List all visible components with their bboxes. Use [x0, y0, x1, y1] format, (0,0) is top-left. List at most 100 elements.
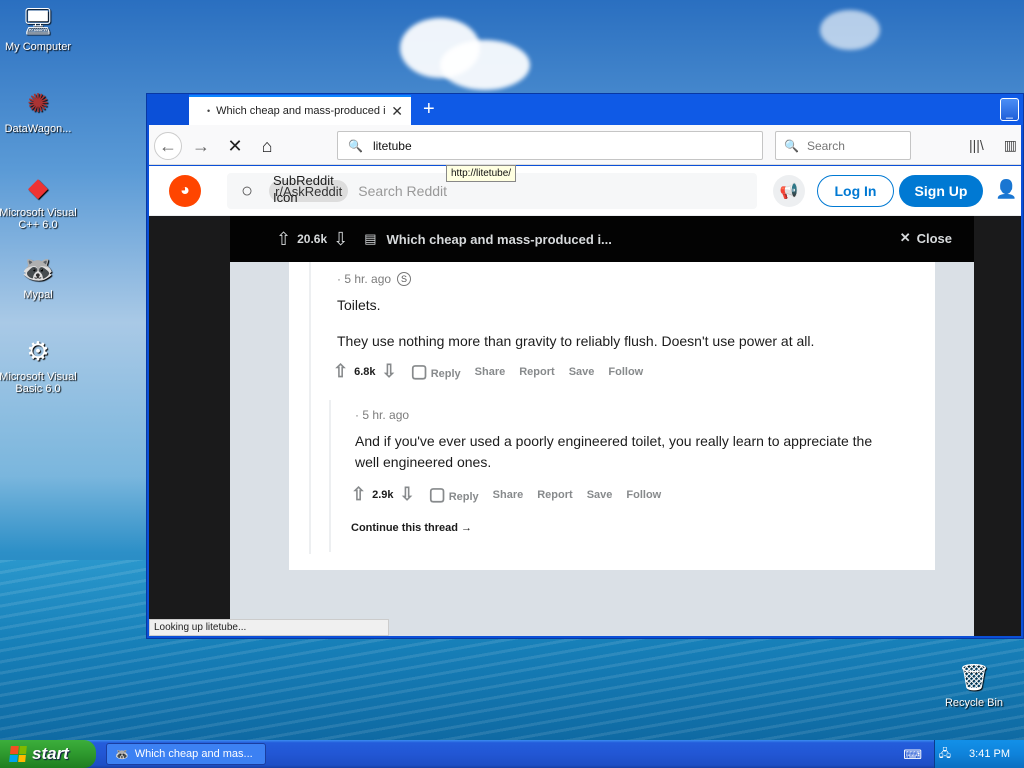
tab-strip: • Which cheap and mass-produced i ✕ + _	[189, 94, 1023, 125]
close-label: Close	[916, 230, 952, 246]
vote-controls: ⇧ 2.9k ⇩	[351, 484, 415, 505]
page-content: ◕ ○ r/AskReddit Search Reddit SubReddit …	[149, 166, 1021, 636]
arrow-right-icon: →	[461, 522, 473, 534]
share-button[interactable]: Share	[493, 489, 524, 501]
tab-close-icon[interactable]: ✕	[391, 103, 403, 120]
home-button[interactable]: ⌂	[253, 132, 281, 160]
network-icon[interactable]: 🖧	[939, 745, 951, 764]
comment-meta: · 5 hr. ago	[355, 408, 893, 422]
continue-thread-link[interactable]: Continue this thread →	[351, 522, 893, 534]
comment-actions: ⇧ 2.9k ⇩ ▢ Reply Share Report Save Follo…	[351, 484, 893, 505]
mypal-icon: 🦝	[115, 748, 129, 761]
search-icon: 🔍	[348, 138, 363, 153]
share-button[interactable]: Share	[475, 366, 506, 378]
login-button[interactable]: Log In	[817, 175, 894, 207]
reddit-logo-icon[interactable]: ◕	[169, 175, 201, 207]
clock: 3:41 PM	[969, 748, 1010, 760]
report-button[interactable]: Report	[537, 489, 572, 501]
user-menu-icon[interactable]: 👤	[995, 179, 1017, 200]
post-header-bar: ⇧ 20.6k ⇩ ▤ Which cheap and mass-produce…	[230, 216, 974, 262]
upvote-icon[interactable]: ⇧	[333, 361, 348, 382]
minimize-button[interactable]: _	[1000, 98, 1019, 121]
comment-time: · 5 hr. ago	[337, 272, 392, 286]
cloud	[440, 40, 530, 90]
comment-actions: ⇧ 6.8k ⇩ ▢ Reply Share Report Save Follo…	[333, 361, 909, 382]
comment-text: They use nothing more than gravity to re…	[337, 333, 815, 349]
reddit-header: ◕ ○ r/AskReddit Search Reddit SubReddit …	[149, 166, 1021, 216]
computer-icon: 🖥	[21, 5, 55, 36]
back-button[interactable]: ←	[154, 132, 182, 160]
status-bar: Looking up litetube...	[149, 619, 389, 636]
downvote-icon[interactable]: ⇩	[382, 361, 397, 382]
browser-window: • Which cheap and mass-produced i ✕ + _ …	[146, 93, 1024, 639]
recycle-bin-icon: 🗑	[957, 661, 991, 692]
desktop-icon-label: DataWagon...	[4, 123, 72, 135]
continue-thread-label: Continue this thread	[351, 522, 458, 534]
save-button[interactable]: Save	[587, 489, 613, 501]
downvote-icon[interactable]: ⇩	[400, 484, 415, 505]
desktop-icon-label: Microsoft Visual Basic 6.0	[0, 371, 77, 395]
vote-controls: ⇧ 6.8k ⇩	[333, 361, 397, 382]
comment: · 5 hr. ago S Toilets. They use nothing …	[309, 262, 909, 554]
desktop-icon-visual-basic[interactable]: ⚙ Microsoft Visual Basic 6.0	[0, 334, 80, 396]
browser-search-input[interactable]: 🔍 Search	[775, 131, 911, 160]
desktop-icon-my-computer[interactable]: 🖥 My Computer	[0, 4, 80, 54]
tab-title: Which cheap and mass-produced i	[216, 105, 386, 117]
forward-button[interactable]: →	[187, 132, 215, 160]
desktop-icon-label: Mypal	[23, 289, 53, 301]
search-placeholder: Search	[806, 138, 845, 153]
stop-button[interactable]: ✕	[221, 132, 249, 160]
comment-list: · 5 hr. ago S Toilets. They use nothing …	[289, 262, 935, 570]
downvote-icon[interactable]: ⇩	[333, 229, 348, 250]
url-tooltip: http://litetube/	[446, 165, 517, 182]
reply-label: Reply	[448, 491, 479, 503]
cloud	[820, 10, 880, 50]
reply-button[interactable]: ▢ Reply	[411, 361, 461, 382]
upvote-icon[interactable]: ⇧	[351, 484, 366, 505]
comment-meta: · 5 hr. ago S	[337, 272, 909, 286]
advertise-megaphone-icon[interactable]: 📢	[773, 175, 805, 207]
windows-flag-icon	[9, 746, 27, 762]
desktop-icon-recycle-bin[interactable]: 🗑 Recycle Bin	[932, 660, 1016, 710]
taskbar-window-button[interactable]: 🦝 Which cheap and mas...	[106, 743, 266, 765]
start-button[interactable]: start	[0, 740, 96, 768]
comment-text: Toilets.	[337, 297, 381, 313]
taskbar-window-label: Which cheap and mas...	[134, 748, 253, 760]
new-tab-button[interactable]: +	[423, 99, 435, 119]
comment-reply: · 5 hr. ago And if you've ever used a po…	[329, 400, 893, 552]
close-post-button[interactable]: ✕ Close	[900, 230, 952, 246]
system-tray: 🖧 3:41 PM	[934, 740, 1024, 768]
comment-text: And if you've ever used a poorly enginee…	[355, 433, 873, 470]
close-icon: ✕	[899, 230, 911, 245]
loading-dot-icon: •	[207, 106, 211, 116]
desktop-icon-datawagon[interactable]: ✺ DataWagon...	[0, 86, 80, 136]
search-icon: 🔍	[784, 138, 799, 153]
follow-button[interactable]: Follow	[626, 489, 661, 501]
save-button[interactable]: Save	[569, 366, 595, 378]
browser-tab[interactable]: • Which cheap and mass-produced i ✕	[189, 95, 411, 125]
start-label: start	[32, 744, 69, 763]
reply-button[interactable]: ▢ Reply	[429, 484, 479, 505]
mypal-icon: 🦝	[21, 253, 55, 284]
desktop-icon-label: Recycle Bin	[944, 697, 1004, 709]
toolbar-right: |||\ ▥	[969, 137, 1017, 154]
library-icon[interactable]: |||\	[969, 137, 984, 154]
datawagon-icon: ✺	[27, 87, 49, 118]
upvote-icon[interactable]: ⇧	[276, 229, 291, 250]
visual-basic-icon: ⚙	[26, 335, 50, 366]
url-bar[interactable]: 🔍 litetube	[337, 131, 763, 160]
comment-score: 6.8k	[354, 365, 376, 378]
desktop-icon-visual-cpp[interactable]: ◆ Microsoft Visual C++ 6.0	[0, 170, 80, 232]
desktop-icon-mypal[interactable]: 🦝 Mypal	[0, 252, 80, 302]
report-button[interactable]: Report	[519, 366, 554, 378]
follow-button[interactable]: Follow	[608, 366, 643, 378]
sidebar-icon[interactable]: ▥	[1004, 137, 1017, 154]
alt-text-line: SubReddit	[273, 173, 334, 188]
reply-label: Reply	[430, 368, 461, 380]
comments-panel: · 5 hr. ago S Toilets. They use nothing …	[230, 262, 974, 636]
keyboard-icon[interactable]: ⌨	[903, 747, 922, 763]
taskbar: start 🦝 Which cheap and mas... ⌨ 🖧 3:41 …	[0, 740, 1024, 768]
comment-bubble-icon: ▢	[428, 484, 446, 504]
signup-button[interactable]: Sign Up	[899, 175, 983, 207]
post-title[interactable]: Which cheap and mass-produced i...	[387, 232, 612, 247]
